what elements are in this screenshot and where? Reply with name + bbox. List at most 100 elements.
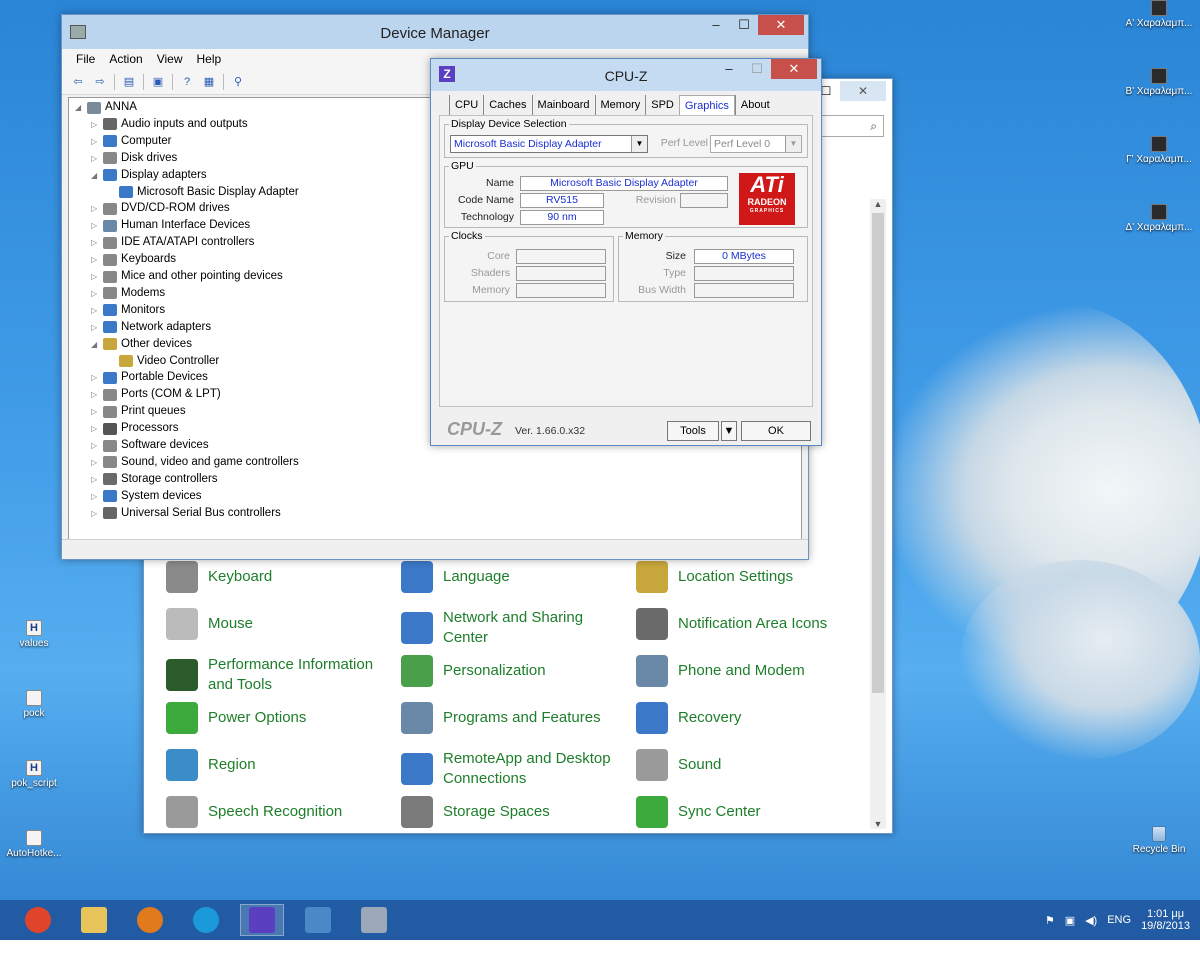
control-panel-item[interactable]: Language — [401, 561, 621, 593]
collapsed-arrow-icon[interactable]: ▷ — [91, 150, 101, 167]
collapsed-arrow-icon[interactable]: ▷ — [91, 386, 101, 403]
tab-mainboard[interactable]: Mainboard — [531, 95, 595, 115]
taskbar-cpu-z-button[interactable] — [240, 904, 284, 936]
device-manager-titlebar[interactable]: Device Manager – ☐ ✕ — [62, 15, 808, 49]
control-panel-item[interactable]: Storage Spaces — [401, 796, 621, 828]
collapsed-arrow-icon[interactable]: ▷ — [91, 319, 101, 336]
tab-spd[interactable]: SPD — [645, 95, 679, 115]
collapsed-arrow-icon[interactable]: ▷ — [91, 217, 101, 234]
expanded-arrow-icon[interactable]: ◢ — [91, 336, 101, 353]
tree-node[interactable]: ▷ Print queues — [69, 403, 186, 420]
taskbar-chrome-button[interactable] — [16, 904, 60, 936]
scrollbar-thumb[interactable] — [872, 213, 884, 693]
tree-node[interactable]: ▷ Processors — [69, 420, 179, 437]
collapsed-arrow-icon[interactable]: ▷ — [91, 403, 101, 420]
tree-node[interactable]: ◢ ANNA — [69, 99, 137, 116]
tab-cpu[interactable]: CPU — [449, 95, 483, 115]
tree-node[interactable]: ▷ IDE ATA/ATAPI controllers — [69, 234, 254, 251]
collapsed-arrow-icon[interactable]: ▷ — [91, 234, 101, 251]
minimize-button[interactable]: – — [715, 59, 743, 79]
action-center-icon[interactable]: ⚑ — [1045, 914, 1055, 927]
control-panel-item[interactable]: Region — [166, 749, 386, 781]
control-panel-scrollbar[interactable]: ▲ ▼ — [870, 199, 886, 829]
tree-node[interactable]: ▷ System devices — [69, 488, 202, 505]
maximize-button[interactable]: ☐ — [730, 15, 758, 35]
control-panel-item[interactable]: Location Settings — [636, 561, 856, 593]
collapsed-arrow-icon[interactable]: ▷ — [91, 505, 101, 522]
desktop-shortcut[interactable]: Α' Χαραλαμπ... — [1121, 0, 1197, 29]
console-view-icon[interactable]: ▦ — [201, 75, 217, 89]
collapsed-arrow-icon[interactable]: ▷ — [91, 200, 101, 217]
menu-file[interactable]: File — [76, 49, 95, 69]
control-panel-item[interactable]: Sync Center — [636, 796, 856, 828]
control-panel-item[interactable]: Phone and Modem — [636, 655, 856, 687]
collapsed-arrow-icon[interactable]: ▷ — [91, 251, 101, 268]
tree-node[interactable]: ◢ Display adapters — [69, 167, 207, 184]
desktop-shortcut[interactable]: Β' Χαραλαμπ... — [1121, 68, 1197, 97]
desktop-shortcut[interactable]: AutoHotke... — [0, 830, 72, 859]
maximize-button[interactable]: ☐ — [743, 59, 771, 79]
tree-node[interactable]: ▷ Sound, video and game controllers — [69, 454, 299, 471]
tab-graphics[interactable]: Graphics — [678, 95, 735, 115]
tree-node[interactable]: ▷ Universal Serial Bus controllers — [69, 505, 281, 522]
control-panel-item[interactable]: Programs and Features — [401, 702, 621, 734]
collapsed-arrow-icon[interactable]: ▷ — [91, 437, 101, 454]
control-panel-item[interactable]: Notification Area Icons — [636, 608, 856, 640]
cpuz-titlebar[interactable]: Z CPU-Z – ☐ ✕ — [431, 59, 821, 91]
desktop-shortcut[interactable]: Δ' Χαραλαμπ... — [1121, 204, 1197, 233]
collapsed-arrow-icon[interactable]: ▷ — [91, 488, 101, 505]
tree-node[interactable]: ▷ Modems — [69, 285, 165, 302]
control-panel-item[interactable]: Performance Information and Tools — [166, 655, 386, 695]
tree-node[interactable]: ▷ Software devices — [69, 437, 209, 454]
help-icon[interactable]: ? — [179, 75, 195, 89]
ok-button[interactable]: OK — [741, 421, 811, 441]
tree-node[interactable]: ▷ Audio inputs and outputs — [69, 116, 248, 133]
taskbar-device-manager-button[interactable] — [352, 904, 396, 936]
tree-node[interactable]: ▷ Storage controllers — [69, 471, 218, 488]
collapsed-arrow-icon[interactable]: ▷ — [91, 116, 101, 133]
cpuz-window[interactable]: Z CPU-Z – ☐ ✕ CPU Caches Mainboard Memory SP… — [430, 58, 822, 446]
control-panel-item[interactable]: Mouse — [166, 608, 386, 640]
tree-node[interactable]: Microsoft Basic Display Adapter — [69, 184, 299, 201]
control-panel-item[interactable]: Network and Sharing Center — [401, 608, 621, 648]
taskbar-control-panel-button[interactable] — [296, 904, 340, 936]
collapsed-arrow-icon[interactable]: ▷ — [91, 133, 101, 150]
collapsed-arrow-icon[interactable]: ▷ — [91, 471, 101, 488]
collapsed-arrow-icon[interactable]: ▷ — [91, 420, 101, 437]
menu-view[interactable]: View — [157, 49, 183, 69]
network-icon[interactable]: ▣ — [1065, 914, 1075, 927]
collapsed-arrow-icon[interactable]: ▷ — [91, 369, 101, 386]
control-panel-item[interactable]: Sound — [636, 749, 856, 781]
tab-about[interactable]: About — [734, 95, 775, 115]
taskbar-skype-button[interactable] — [184, 904, 228, 936]
tree-node[interactable]: ▷ Disk drives — [69, 150, 177, 167]
desktop-shortcut[interactable]: pock — [0, 690, 72, 719]
scroll-up-icon[interactable]: ▲ — [870, 199, 886, 209]
language-indicator[interactable]: ENG — [1107, 914, 1131, 926]
display-device-select[interactable]: Microsoft Basic Display Adapter ▼ — [450, 135, 648, 153]
tree-node[interactable]: Video Controller — [69, 353, 219, 370]
forward-icon[interactable]: ⇨ — [92, 75, 108, 89]
desktop-shortcut[interactable]: Γ' Χαραλαμπ... — [1121, 136, 1197, 165]
collapsed-arrow-icon[interactable]: ▷ — [91, 302, 101, 319]
collapsed-arrow-icon[interactable]: ▷ — [91, 454, 101, 471]
volume-icon[interactable]: ◀) — [1085, 914, 1097, 927]
control-panel-item[interactable]: Keyboard — [166, 561, 386, 593]
recycle-bin-desktop-icon[interactable]: Recycle Bin — [1121, 826, 1197, 855]
menu-action[interactable]: Action — [109, 49, 142, 69]
tree-node[interactable]: ▷ Mice and other pointing devices — [69, 268, 283, 285]
tools-dropdown-button[interactable]: ▼ — [721, 421, 737, 441]
scan-hardware-icon[interactable]: ⚲ — [230, 75, 246, 89]
control-panel-item[interactable]: Power Options — [166, 702, 386, 734]
expanded-arrow-icon[interactable]: ◢ — [91, 167, 101, 184]
control-panel-item[interactable]: Recovery — [636, 702, 856, 734]
desktop-shortcut[interactable]: Hpok_script — [0, 760, 72, 789]
tree-node[interactable]: ◢ Other devices — [69, 336, 192, 353]
close-button[interactable]: ✕ — [758, 15, 804, 35]
tree-node[interactable]: ▷ Network adapters — [69, 319, 211, 336]
taskbar-firefox-button[interactable] — [128, 904, 172, 936]
close-button[interactable]: ✕ — [771, 59, 817, 79]
minimize-button[interactable]: – — [702, 15, 730, 35]
tree-node[interactable]: ▷ Computer — [69, 133, 172, 150]
collapsed-arrow-icon[interactable]: ▷ — [91, 268, 101, 285]
